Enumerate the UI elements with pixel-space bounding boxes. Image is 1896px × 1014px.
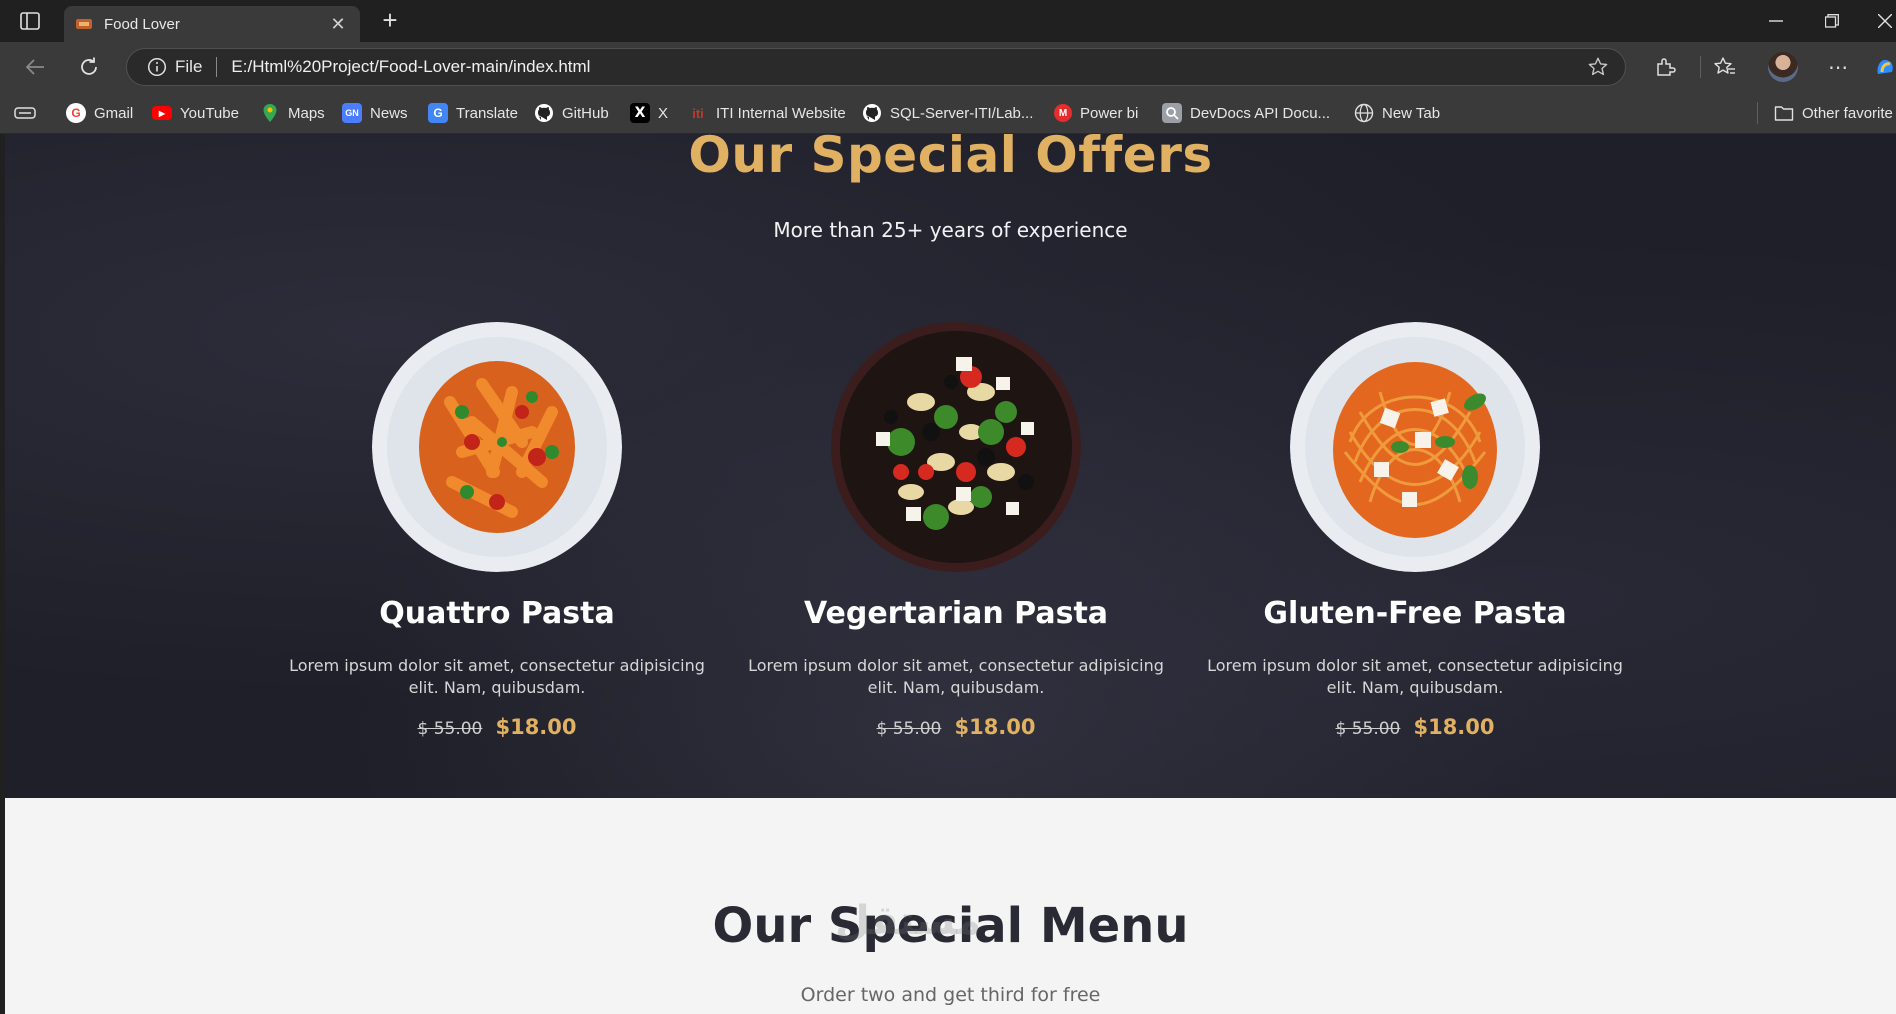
tab-actions-icon[interactable] xyxy=(16,9,44,33)
maps-icon xyxy=(260,103,280,123)
page-viewport: Our Special Offers More than 25+ years o… xyxy=(5,134,1896,1014)
address-separator xyxy=(216,57,218,77)
bookmark-sql-server[interactable]: SQL-Server-ITI/Lab... xyxy=(862,101,1033,125)
close-tab-icon[interactable]: ✕ xyxy=(328,14,348,35)
folder-icon xyxy=(1774,103,1794,123)
gmail-icon: G xyxy=(66,103,86,123)
address-bar[interactable]: File E:/Html%20Project/Food-Lover-main/i… xyxy=(126,48,1626,86)
special-menu-section: Our Special Menu Order two and get third… xyxy=(5,798,1896,1014)
bookmark-devdocs[interactable]: DevDocs API Docu... xyxy=(1162,101,1330,125)
menu-subtitle: Order two and get third for free xyxy=(800,984,1101,1006)
offer-card-price: $ 55.00 $18.00 xyxy=(1185,715,1645,739)
tab-food-lover[interactable]: Food Lover ✕ xyxy=(64,6,360,42)
minimize-icon[interactable] xyxy=(1762,8,1790,34)
bookmark-label: New Tab xyxy=(1382,104,1441,122)
bookmark-news[interactable]: GN News xyxy=(342,101,408,125)
offer-card-name: Quattro Pasta xyxy=(379,596,615,631)
bookmarks-divider xyxy=(1757,102,1758,124)
quattro-pasta-image xyxy=(372,322,622,572)
news-icon: GN xyxy=(342,103,362,123)
offer-card-description: Lorem ipsum dolor sit amet, consectetur … xyxy=(289,656,705,697)
new-tab-icon[interactable]: + xyxy=(376,7,404,35)
bookmark-x[interactable]: X X xyxy=(630,101,668,125)
offers-title: Our Special Offers xyxy=(688,134,1213,184)
iti-icon: iti xyxy=(692,105,704,121)
refresh-icon[interactable] xyxy=(74,53,104,81)
powerbi-icon: M xyxy=(1054,104,1072,122)
restore-icon[interactable] xyxy=(1818,8,1846,34)
youtube-icon: ▶ xyxy=(152,106,172,120)
globe-icon xyxy=(1354,103,1374,123)
gluten-free-pasta-image xyxy=(1290,322,1540,572)
browser-titlebar: Food Lover ✕ + xyxy=(0,0,1896,42)
browser-toolbar: File E:/Html%20Project/Food-Lover-main/i… xyxy=(0,42,1896,92)
toolbar-divider xyxy=(1700,56,1701,78)
old-price: $ 55.00 xyxy=(876,719,942,739)
bookmark-label: SQL-Server-ITI/Lab... xyxy=(890,104,1034,122)
old-price: $ 55.00 xyxy=(1335,719,1401,739)
bookmark-translate[interactable]: G Translate xyxy=(428,101,518,125)
back-icon[interactable] xyxy=(20,53,50,81)
copilot-icon[interactable] xyxy=(1874,53,1896,81)
more-menu-icon[interactable]: ⋯ xyxy=(1823,53,1853,81)
bookmark-label: ITI Internal Website xyxy=(716,104,846,122)
bookmark-label: YouTube xyxy=(180,104,239,122)
offer-card-description: Lorem ipsum dolor sit amet, consectetur … xyxy=(748,656,1164,697)
bookmark-label: X xyxy=(658,104,669,122)
x-icon: X xyxy=(630,103,650,123)
offer-card-name: Vegertarian Pasta xyxy=(803,596,1109,631)
vegetarian-pasta-image xyxy=(831,322,1081,572)
offers-subtitle: More than 25+ years of experience xyxy=(773,218,1128,242)
new-price: $18.00 xyxy=(1413,715,1495,739)
address-scheme: File xyxy=(175,57,203,76)
bookmark-new-tab[interactable]: New Tab xyxy=(1354,101,1440,125)
bookmark-iti[interactable]: iti ITI Internal Website xyxy=(688,101,846,125)
bookmark-youtube[interactable]: ▶ YouTube xyxy=(152,101,239,125)
offer-card: Quattro Pasta Lorem ipsum dolor sit amet… xyxy=(267,322,727,739)
github-icon xyxy=(534,103,554,123)
bookmark-gmail[interactable]: G Gmail xyxy=(66,101,133,125)
favorites-icon[interactable] xyxy=(1710,53,1740,81)
offer-card-price: $ 55.00 $18.00 xyxy=(726,715,1186,739)
bookmark-github[interactable]: GitHub xyxy=(534,101,609,125)
close-window-icon[interactable] xyxy=(1874,8,1896,34)
bookmark-label: Gmail xyxy=(94,104,134,122)
bookmark-label: News xyxy=(370,104,408,122)
old-price: $ 55.00 xyxy=(417,719,483,739)
favorite-star-icon[interactable] xyxy=(1583,52,1613,82)
special-offers-section: Our Special Offers More than 25+ years o… xyxy=(5,134,1896,798)
offer-card: Gluten-Free Pasta Lorem ipsum dolor sit … xyxy=(1185,322,1645,739)
github-icon xyxy=(862,103,882,123)
info-icon[interactable] xyxy=(147,57,167,77)
address-url[interactable]: E:/Html%20Project/Food-Lover-main/index.… xyxy=(231,57,1583,77)
bookmark-label: DevDocs API Docu... xyxy=(1190,104,1331,122)
extensions-icon[interactable] xyxy=(1650,53,1680,81)
bookmarks-bar: G Gmail ▶ YouTube Maps GN News G Transla… xyxy=(0,92,1896,134)
offer-card: Vegertarian Pasta Lorem ipsum dolor sit … xyxy=(726,322,1186,739)
bookmark-label: Power bi xyxy=(1080,104,1139,122)
new-price: $18.00 xyxy=(495,715,577,739)
bookmark-label: GitHub xyxy=(562,104,609,122)
translate-icon: G xyxy=(428,103,448,123)
devdocs-icon xyxy=(1162,103,1182,123)
offer-card-name: Gluten-Free Pasta xyxy=(1263,596,1567,631)
watermark-logo: مستقل xyxy=(835,898,982,944)
other-favorites[interactable]: Other favorite xyxy=(1774,101,1893,125)
other-favorites-label: Other favorite xyxy=(1802,104,1893,122)
offer-card-price: $ 55.00 $18.00 xyxy=(267,715,727,739)
bookmark-powerbi[interactable]: M Power bi xyxy=(1054,101,1138,125)
offer-card-description: Lorem ipsum dolor sit amet, consectetur … xyxy=(1207,656,1623,697)
bookmark-maps[interactable]: Maps xyxy=(260,101,325,125)
collections-icon[interactable] xyxy=(14,101,36,125)
tab-title: Food Lover xyxy=(104,15,180,33)
food-favicon-icon xyxy=(76,16,92,32)
new-price: $18.00 xyxy=(954,715,1036,739)
bookmark-label: Translate xyxy=(456,104,518,122)
bookmark-label: Maps xyxy=(288,104,325,122)
profile-avatar[interactable] xyxy=(1768,52,1798,82)
